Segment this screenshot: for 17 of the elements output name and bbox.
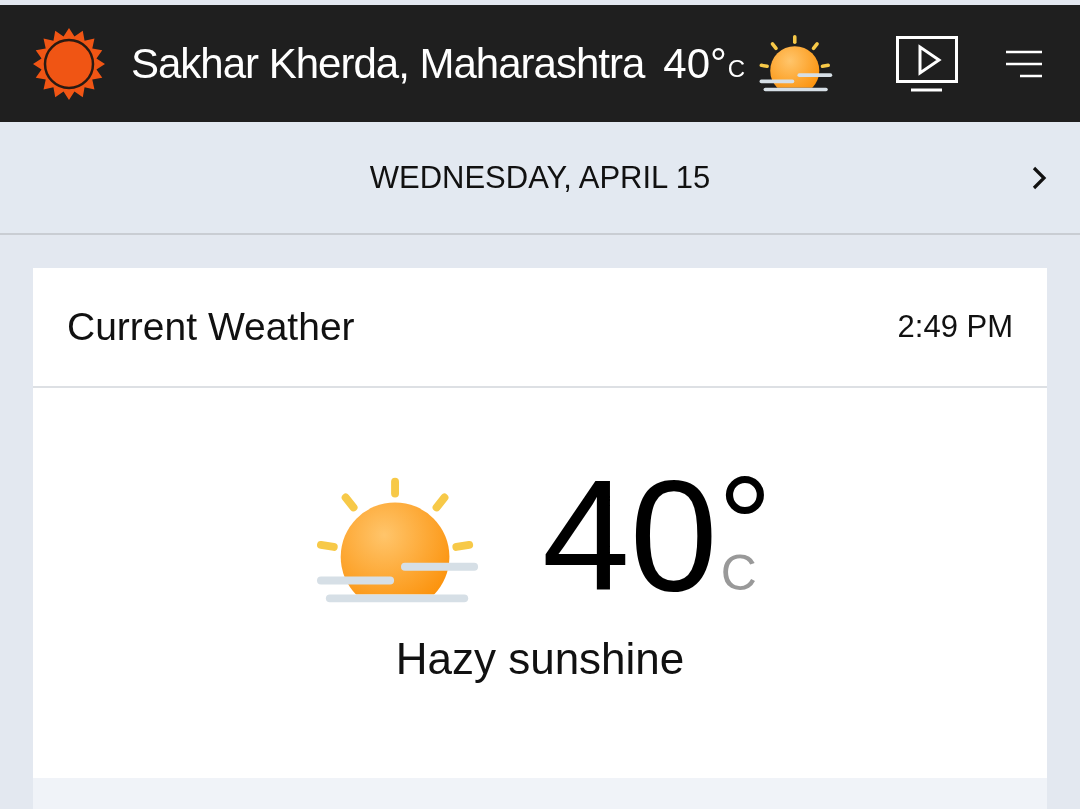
temperature-unit: C [720,548,757,598]
date-label: WEDNESDAY, APRIL 15 [369,159,711,196]
location-title: Sakhar Kherda, Maharashtra [131,39,646,88]
current-time: 2:49 PM [897,309,1013,345]
current-temperature: 40 [541,456,718,614]
menu-button[interactable] [1006,49,1042,78]
sun-logo-icon [33,27,105,100]
video-button[interactable] [896,35,958,92]
video-icon [896,35,958,92]
weather-condition: Hazy sunshine [395,634,685,684]
menu-icon [1006,49,1042,78]
chevron-right-icon [1031,165,1047,191]
header-temperature: 40° [663,39,727,88]
degree-sign: ° [717,456,773,518]
card-title: Current Weather [67,305,355,349]
next-day-button[interactable] [1031,165,1047,191]
header-temperature-unit: C [727,54,746,83]
